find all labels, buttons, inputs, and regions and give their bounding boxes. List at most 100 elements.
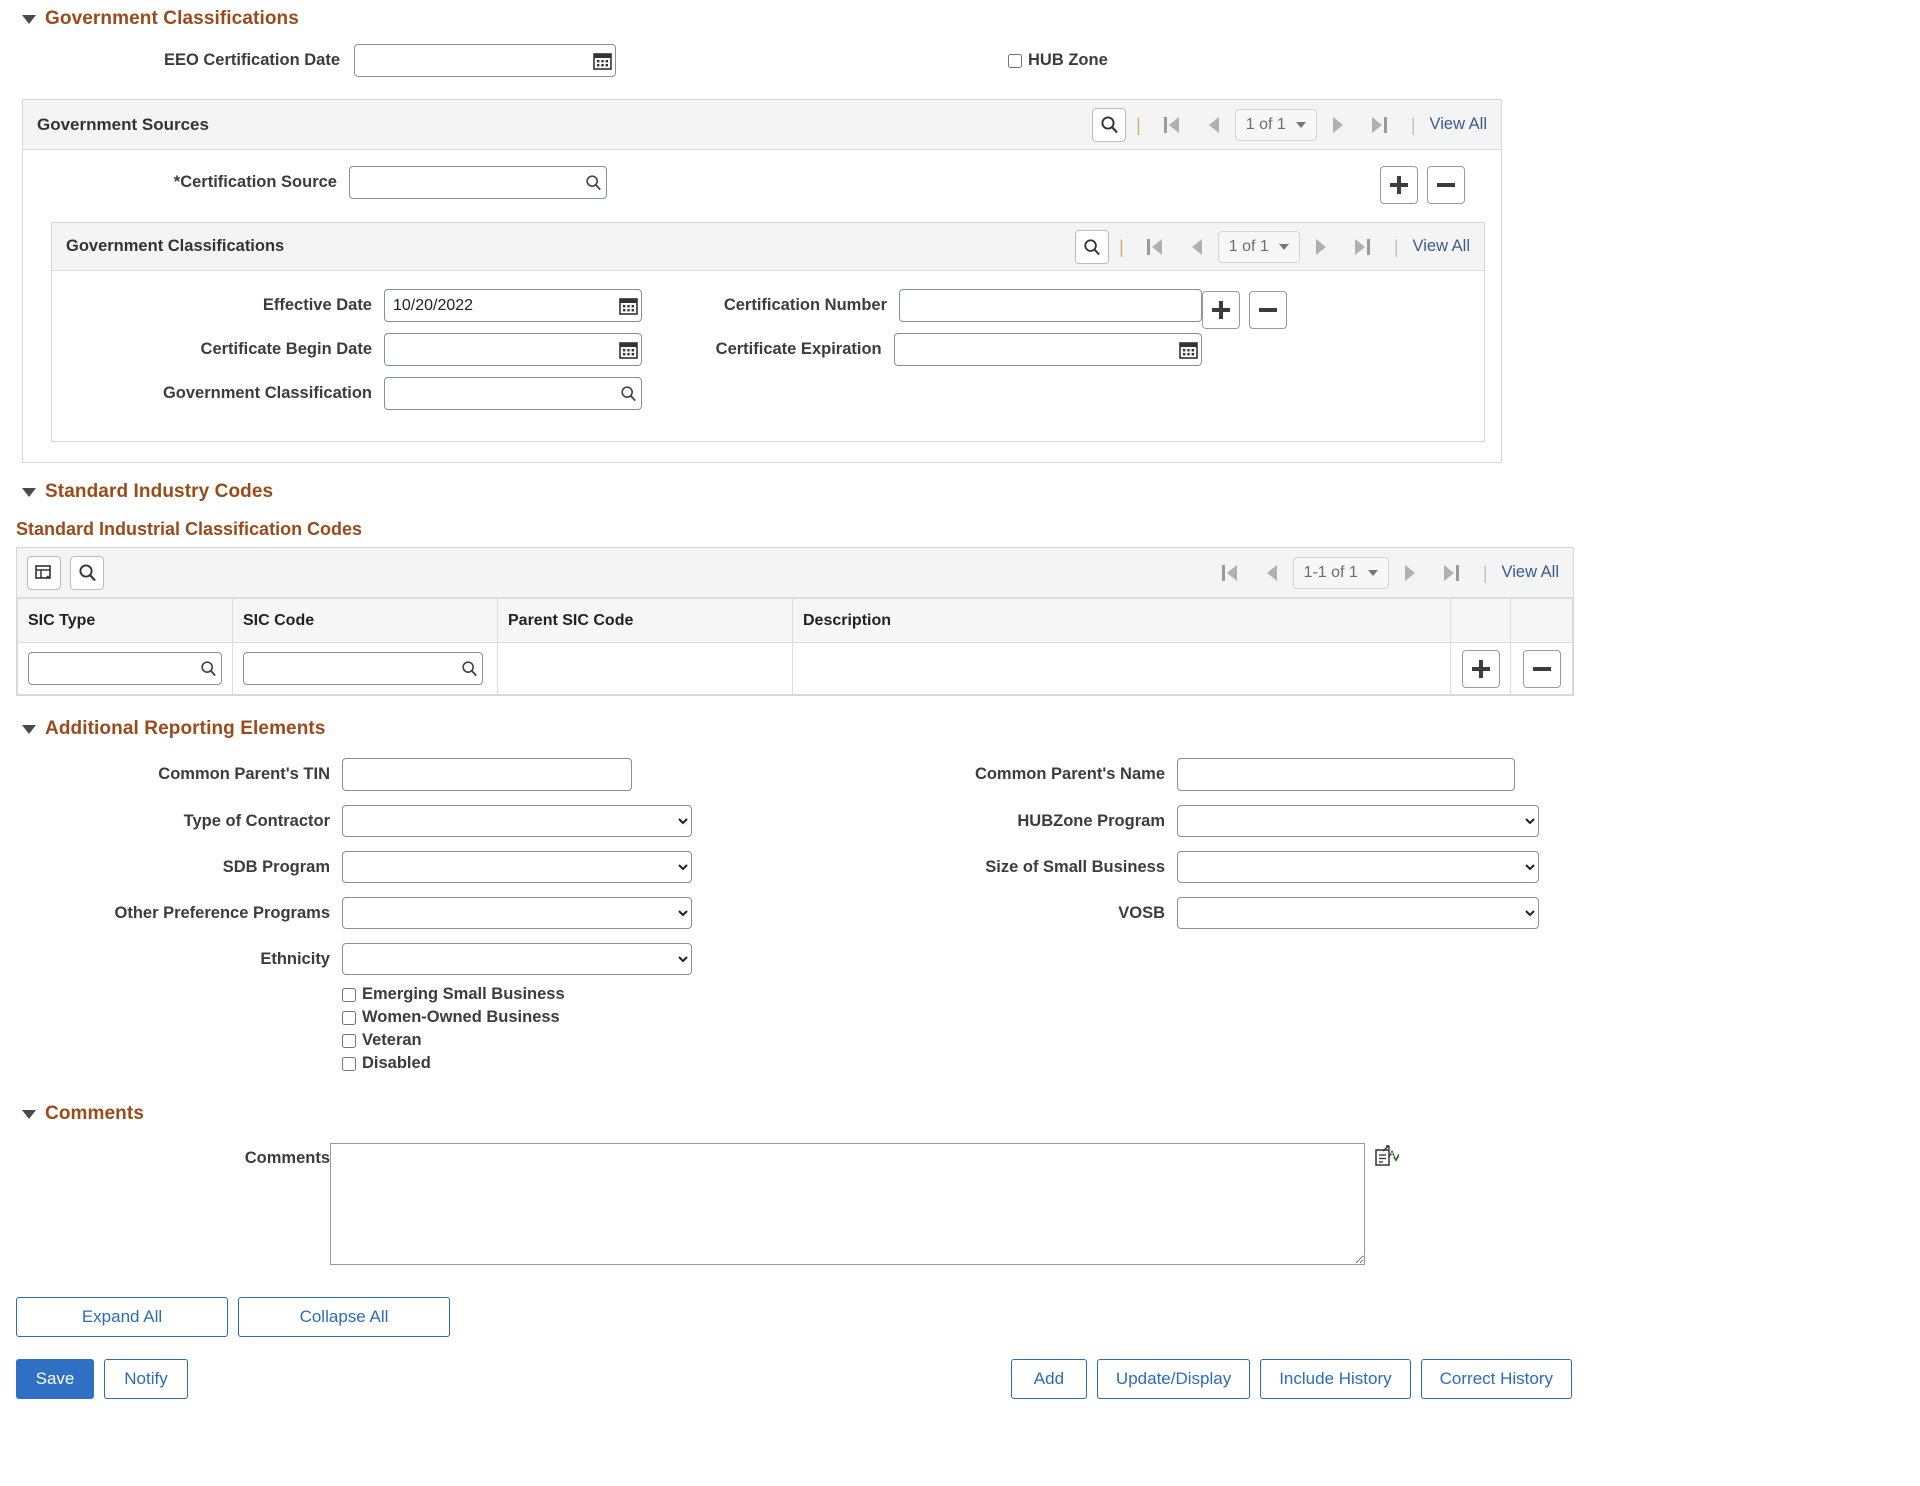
- type-of-contractor-select[interactable]: [342, 805, 692, 837]
- page-indicator-dropdown[interactable]: 1 of 1: [1234, 108, 1317, 141]
- certification-number-field[interactable]: [899, 289, 1202, 322]
- government-classification-field[interactable]: [384, 377, 642, 410]
- personalize-grid-button[interactable]: [27, 555, 61, 590]
- government-classifications-inner-title: Government Classifications: [66, 237, 285, 255]
- page-indicator-dropdown-sic[interactable]: 1-1 of 1: [1292, 556, 1389, 589]
- expand-all-button[interactable]: Expand All: [16, 1297, 228, 1337]
- sic-code-field[interactable]: [243, 652, 483, 685]
- common-parents-name-field[interactable]: [1177, 758, 1515, 791]
- section-header-standard-industry-codes[interactable]: Standard Industry Codes: [0, 477, 1920, 507]
- calendar-icon[interactable]: [615, 334, 641, 365]
- sic-type-field[interactable]: [28, 652, 222, 685]
- section-header-comments[interactable]: Comments: [0, 1099, 1920, 1129]
- column-header-description[interactable]: Description: [792, 598, 1451, 643]
- calendar-icon[interactable]: [615, 290, 641, 321]
- remove-classification-row-button[interactable]: [1249, 291, 1287, 329]
- notify-button[interactable]: Notify: [104, 1359, 188, 1399]
- view-all-link[interactable]: View All: [1426, 115, 1491, 134]
- hub-zone-checkbox-row[interactable]: HUB Zone: [1008, 51, 1108, 70]
- add-source-row-button[interactable]: [1380, 166, 1418, 204]
- table-row: [17, 642, 1573, 695]
- lookup-search-icon[interactable]: [456, 653, 482, 684]
- previous-page-button-inner[interactable]: [1182, 232, 1212, 262]
- certification-source-input[interactable]: [350, 167, 580, 198]
- common-parents-tin-field[interactable]: [342, 758, 632, 791]
- save-button[interactable]: Save: [16, 1359, 94, 1399]
- ethnicity-select[interactable]: [342, 943, 692, 975]
- common-parents-tin-input[interactable]: [343, 759, 631, 790]
- other-preference-programs-select[interactable]: [342, 897, 692, 929]
- view-all-link-sic[interactable]: View All: [1498, 563, 1563, 582]
- next-page-button-inner[interactable]: [1306, 232, 1336, 262]
- veteran-checkbox[interactable]: [342, 1033, 356, 1048]
- effective-date-field[interactable]: [384, 289, 642, 322]
- certification-number-input[interactable]: [900, 290, 1201, 321]
- lookup-search-icon[interactable]: [580, 167, 606, 198]
- certificate-expiration-input[interactable]: [894, 334, 1175, 365]
- certificate-begin-date-input[interactable]: [385, 334, 615, 365]
- search-button-inner[interactable]: [1075, 229, 1110, 264]
- remove-sic-row-button[interactable]: [1522, 649, 1561, 688]
- column-header-sic-code[interactable]: SIC Code: [232, 598, 498, 643]
- certification-source-field[interactable]: [349, 166, 607, 199]
- collapse-all-button[interactable]: Collapse All: [238, 1297, 450, 1337]
- lookup-search-icon[interactable]: [615, 378, 641, 409]
- collapse-caret-icon[interactable]: [22, 14, 36, 24]
- first-page-button-inner[interactable]: [1140, 232, 1170, 262]
- eeo-certification-date-field[interactable]: [354, 44, 616, 77]
- hubzone-program-select[interactable]: [1177, 805, 1539, 837]
- common-parents-name-input[interactable]: [1178, 759, 1514, 790]
- collapse-caret-icon[interactable]: [22, 724, 36, 734]
- emerging-small-business-row[interactable]: Emerging Small Business: [342, 985, 860, 1004]
- spellcheck-icon[interactable]: A: [1375, 1145, 1399, 1167]
- section-header-additional-reporting-elements[interactable]: Additional Reporting Elements: [0, 714, 1920, 744]
- section-header-government-classifications[interactable]: Government Classifications: [0, 4, 1920, 34]
- add-classification-row-button[interactable]: [1202, 291, 1240, 329]
- disabled-checkbox[interactable]: [342, 1056, 356, 1071]
- next-page-button-sic[interactable]: [1395, 558, 1425, 588]
- previous-page-button-sic[interactable]: [1257, 558, 1287, 588]
- sic-code-input[interactable]: [244, 653, 456, 684]
- sdb-program-select[interactable]: [342, 851, 692, 883]
- disabled-row[interactable]: Disabled: [342, 1054, 860, 1073]
- effective-date-input[interactable]: [385, 290, 615, 321]
- women-owned-business-checkbox[interactable]: [342, 1010, 356, 1025]
- correct-history-button[interactable]: Correct History: [1420, 1359, 1572, 1399]
- collapse-caret-icon[interactable]: [22, 1109, 36, 1119]
- size-of-small-business-select[interactable]: [1177, 851, 1539, 883]
- collapse-caret-icon[interactable]: [22, 487, 36, 497]
- add-button[interactable]: Add: [1010, 1359, 1087, 1399]
- calendar-icon[interactable]: [589, 45, 615, 76]
- last-page-button[interactable]: [1365, 110, 1395, 140]
- certificate-expiration-field[interactable]: [893, 333, 1202, 366]
- comments-textarea[interactable]: [330, 1143, 1365, 1265]
- women-owned-business-row[interactable]: Women-Owned Business: [342, 1008, 860, 1027]
- last-page-button-inner[interactable]: [1348, 232, 1378, 262]
- eeo-certification-date-input[interactable]: [355, 45, 589, 76]
- column-header-sic-type[interactable]: SIC Type: [17, 598, 233, 643]
- certificate-begin-date-field[interactable]: [384, 333, 642, 366]
- hub-zone-checkbox[interactable]: [1008, 53, 1022, 68]
- government-classification-input[interactable]: [385, 378, 615, 409]
- first-page-button-sic[interactable]: [1215, 558, 1245, 588]
- previous-page-button[interactable]: [1199, 110, 1229, 140]
- vosb-select[interactable]: [1177, 897, 1539, 929]
- sic-type-input[interactable]: [29, 653, 195, 684]
- first-page-button[interactable]: [1157, 110, 1187, 140]
- page-indicator-dropdown-inner[interactable]: 1 of 1: [1217, 230, 1300, 263]
- view-all-link-inner[interactable]: View All: [1409, 237, 1474, 256]
- emerging-small-business-checkbox[interactable]: [342, 987, 356, 1002]
- next-page-button[interactable]: [1323, 110, 1353, 140]
- remove-source-row-button[interactable]: [1427, 166, 1465, 204]
- last-page-button-sic[interactable]: [1437, 558, 1467, 588]
- search-button[interactable]: [1092, 107, 1127, 142]
- calendar-icon[interactable]: [1175, 334, 1201, 365]
- find-in-grid-button[interactable]: [70, 555, 104, 590]
- lookup-search-icon[interactable]: [195, 653, 221, 684]
- veteran-row[interactable]: Veteran: [342, 1031, 860, 1050]
- update-display-button[interactable]: Update/Display: [1096, 1359, 1251, 1399]
- add-sic-row-button[interactable]: [1461, 649, 1500, 688]
- cell-add-row: [1450, 642, 1511, 695]
- column-header-parent-sic-code[interactable]: Parent SIC Code: [497, 598, 793, 643]
- include-history-button[interactable]: Include History: [1260, 1359, 1411, 1399]
